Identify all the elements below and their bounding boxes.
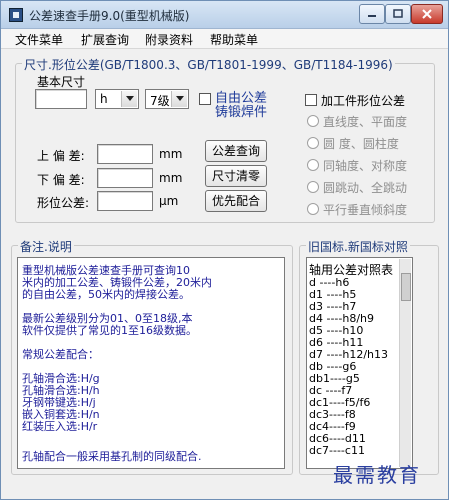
window-title: 公差速查手册9.0(重型机械版) [29, 9, 190, 23]
app-icon [9, 8, 23, 22]
standards-scrollbar[interactable] [399, 259, 411, 467]
chevron-down-icon [176, 96, 184, 101]
upper-dev-unit: mm [159, 147, 183, 161]
radio-coaxiality[interactable] [307, 159, 319, 171]
menu-appendix[interactable]: 附录资料 [145, 31, 193, 48]
basic-size-label: 基本尺寸 [37, 75, 86, 89]
lower-dev-unit: mm [159, 171, 183, 185]
radio-coaxiality-label: 同轴度、对称度 [323, 159, 408, 173]
note-line: 软件仅提供了常见的1至16级数据。 [22, 324, 197, 337]
tolerance-group-title: 尺寸.形位公差(GB/T1800.3、GB/T1801-1999、GB/T118… [22, 56, 395, 73]
notes-textarea[interactable]: 重型机械版公差速查手册可查询10 米内的加工公差、铸锻件公差，20米内 的自由公… [17, 257, 285, 469]
form-tolerance-label: 加工件形位公差 [321, 94, 406, 108]
menu-extended-query[interactable]: 扩展查询 [81, 31, 129, 48]
title-bar[interactable]: 公差速查手册9.0(重型机械版) [1, 1, 448, 29]
hole-shaft-select[interactable]: h [95, 89, 139, 109]
form-tol-input[interactable] [97, 191, 153, 211]
app-window: 公差速查手册9.0(重型机械版) 文件菜单 扩展查询 附录资料 帮助菜单 尺寸.… [0, 0, 449, 500]
free-tolerance-label-2: 铸锻焊件 [215, 105, 268, 120]
form-tolerance-checkbox[interactable] [305, 94, 317, 106]
notes-group-title: 备注.说明 [18, 238, 74, 255]
radio-roundness[interactable] [307, 137, 319, 149]
minimize-icon [368, 15, 376, 17]
chevron-down-icon [126, 96, 134, 101]
menu-bar: 文件菜单 扩展查询 附录资料 帮助菜单 [1, 29, 448, 49]
note-line: 常规公差配合： [22, 348, 99, 361]
grade-value: 7级 [150, 94, 170, 108]
radio-roundness-label: 圆 度、圆柱度 [323, 137, 399, 151]
radio-parallelism-label: 平行垂直倾斜度 [323, 203, 408, 217]
maximize-button[interactable] [385, 4, 411, 24]
close-icon [422, 9, 432, 19]
hole-shaft-dropdown[interactable] [121, 91, 137, 107]
form-tol-label: 形位公差: [37, 196, 90, 210]
list-item: dc7----c11 [309, 444, 365, 457]
standards-list[interactable]: 轴用公差对照表 d ----h6 d1 ----h5 d3 ----h7 d4 … [306, 257, 413, 469]
scrollbar-thumb[interactable] [401, 273, 411, 301]
maximize-icon [393, 9, 403, 18]
form-tol-unit: μm [159, 194, 179, 208]
radio-parallelism[interactable] [307, 203, 319, 215]
hole-shaft-value: h [100, 92, 108, 106]
lower-dev-label: 下 偏 差: [37, 173, 85, 187]
menu-file[interactable]: 文件菜单 [15, 31, 63, 48]
lower-dev-input[interactable] [97, 168, 153, 188]
basic-size-input[interactable] [35, 89, 87, 109]
menu-help[interactable]: 帮助菜单 [210, 31, 258, 48]
radio-runout-label: 圆跳动、全跳动 [323, 181, 408, 195]
minimize-button[interactable] [359, 4, 385, 24]
radio-straightness-label: 直线度、平面度 [323, 115, 408, 129]
radio-straightness[interactable] [307, 115, 319, 127]
grade-select[interactable]: 7级 [145, 89, 189, 109]
standards-group-title: 旧国标.新国标对照 [306, 238, 410, 255]
note-line: 孔轴配合一般采用基孔制的同级配合. [22, 450, 202, 463]
note-line: 红装压入选:H/r [22, 420, 98, 433]
watermark-text: 最需教育 [333, 463, 421, 487]
size-clear-button[interactable]: 尺寸清零 [205, 165, 267, 187]
upper-dev-label: 上 偏 差: [37, 149, 85, 163]
grade-dropdown[interactable] [171, 91, 187, 107]
tolerance-query-button[interactable]: 公差查询 [205, 140, 267, 162]
close-button[interactable] [411, 4, 443, 24]
note-line: 的自由公差，50米内的焊接公差。 [22, 288, 190, 301]
upper-dev-input[interactable] [97, 144, 153, 164]
radio-runout[interactable] [307, 181, 319, 193]
free-tolerance-checkbox[interactable] [199, 93, 211, 105]
preferred-fit-button[interactable]: 优先配合 [205, 190, 267, 212]
